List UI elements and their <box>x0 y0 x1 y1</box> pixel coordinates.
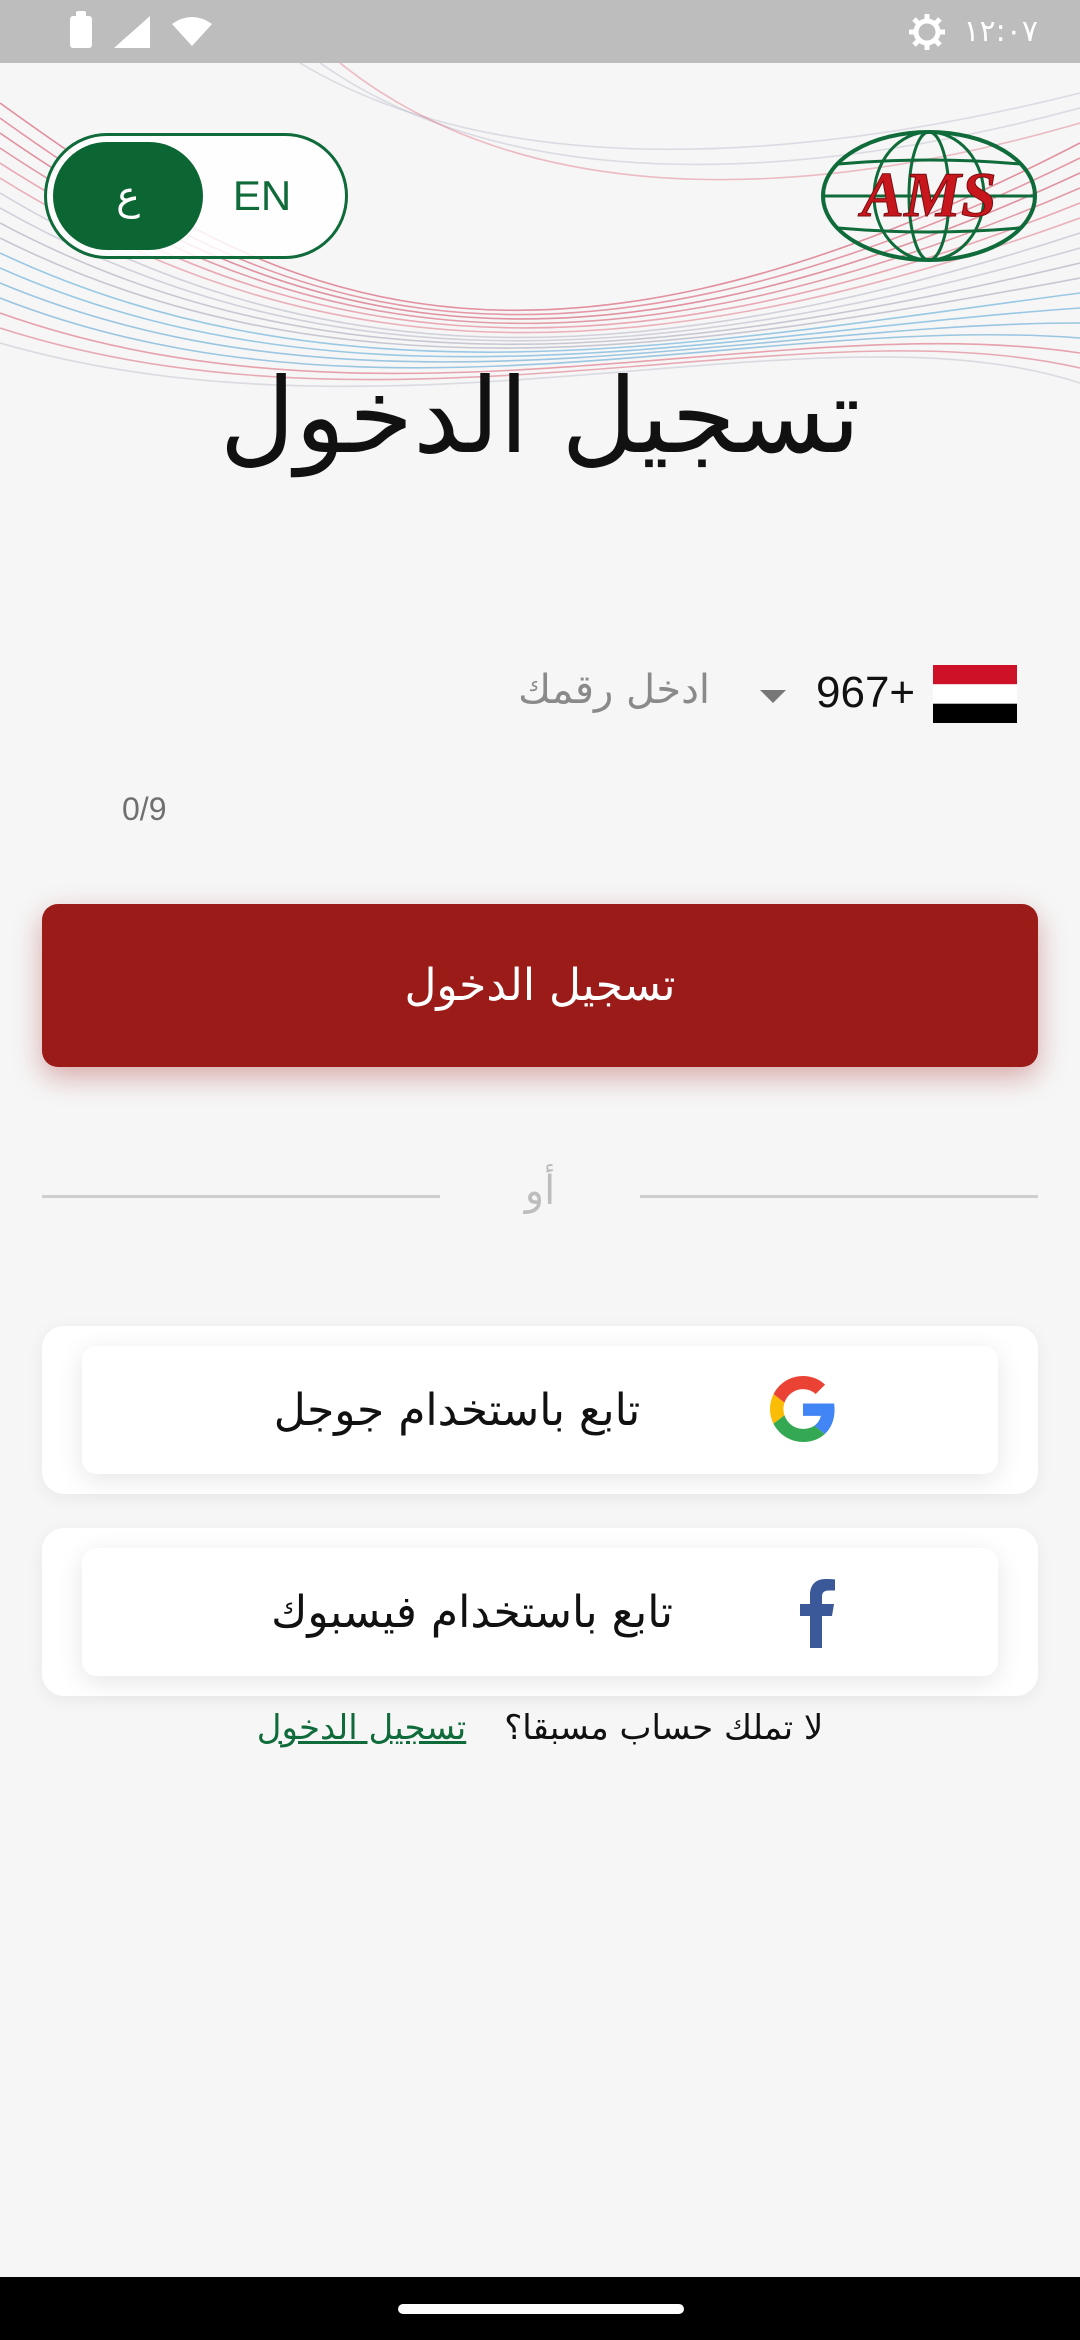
yemen-flag-icon[interactable] <box>933 665 1017 723</box>
status-icons <box>70 10 212 48</box>
or-divider-text: أو <box>524 1168 556 1214</box>
google-icon <box>770 1376 835 1442</box>
status-right: ١٢:٠٧ <box>907 12 1038 52</box>
facebook-button-label: تابع باستخدام فيسبوك <box>271 1586 673 1638</box>
language-toggle[interactable]: ع EN <box>44 133 348 259</box>
facebook-icon <box>800 1579 835 1648</box>
register-prompt: لا تملك حساب مسبقا؟ تسجيل الدخول <box>0 1708 1080 1748</box>
google-signin-button[interactable]: تابع باستخدام جوجل <box>42 1326 1038 1494</box>
home-gesture-handle[interactable] <box>398 2304 684 2314</box>
phone-char-counter: 0/9 <box>122 791 167 827</box>
language-option-arabic[interactable]: ع <box>53 142 203 250</box>
system-nav-bar <box>0 2277 1080 2340</box>
signal-icon <box>114 15 150 48</box>
status-time: ١٢:٠٧ <box>963 14 1038 49</box>
no-account-text: لا تملك حساب مسبقا؟ <box>504 1708 824 1748</box>
settings-icon <box>909 13 946 50</box>
status-bar: ١٢:٠٧ <box>0 0 1080 63</box>
phone-number-input[interactable] <box>420 655 710 725</box>
login-button[interactable]: تسجيل الدخول <box>42 904 1038 1067</box>
login-screen: ١٢:٠٧ ع EN AMS تسجيل الدخول +967 ادخل رق… <box>0 0 1080 2340</box>
page-title: تسجيل الدخول <box>219 355 861 477</box>
register-link[interactable]: تسجيل الدخول <box>257 1708 467 1748</box>
ams-logo: AMS <box>821 130 1037 262</box>
logo-text: AMS <box>857 159 996 230</box>
divider-line-right <box>640 1195 1038 1198</box>
divider-line-left <box>42 1195 440 1198</box>
country-code[interactable]: +967 <box>816 668 915 718</box>
language-option-english[interactable]: EN <box>207 136 317 256</box>
battery-icon <box>70 10 92 48</box>
wifi-icon <box>172 16 212 46</box>
chevron-down-icon[interactable] <box>760 690 786 703</box>
facebook-signin-button[interactable]: تابع باستخدام فيسبوك <box>42 1528 1038 1696</box>
google-button-label: تابع باستخدام جوجل <box>273 1384 641 1436</box>
